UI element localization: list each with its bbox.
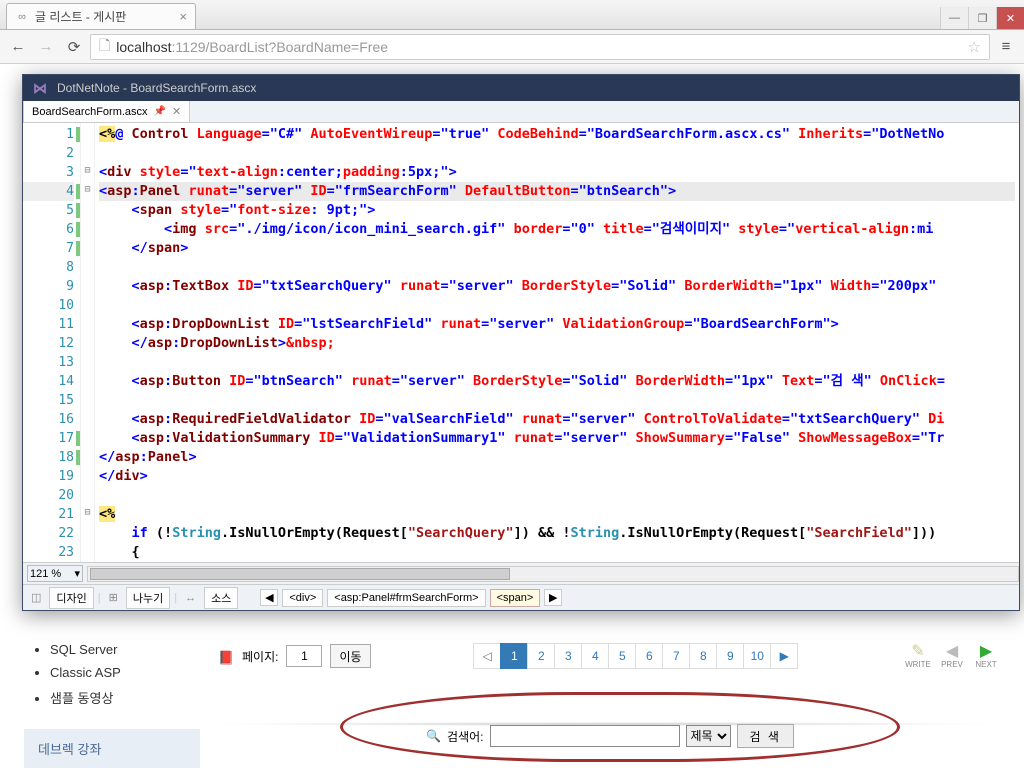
- code-pane[interactable]: 1 2 3 4 5 6 7 8 9 10 11 12 13 14: [23, 123, 1019, 562]
- zoom-control[interactable]: 121 %▾: [27, 565, 83, 582]
- pager-page[interactable]: 3: [554, 643, 582, 669]
- bookmark-star-icon[interactable]: ☆: [968, 38, 981, 56]
- pager-page[interactable]: 6: [635, 643, 663, 669]
- search-field-select[interactable]: 제목: [686, 725, 731, 747]
- pager-next-icon[interactable]: ▶: [770, 643, 798, 669]
- pager-page[interactable]: 7: [662, 643, 690, 669]
- pin-icon[interactable]: 📌: [154, 106, 166, 117]
- forward-button[interactable]: →: [34, 35, 58, 59]
- pager-page[interactable]: 4: [581, 643, 609, 669]
- pager-page[interactable]: 2: [527, 643, 555, 669]
- pager-page[interactable]: 9: [716, 643, 744, 669]
- page-label: 페이지:: [242, 648, 278, 665]
- window-maximize-icon[interactable]: ❐: [968, 7, 996, 29]
- breadcrumb-item[interactable]: <div>: [282, 589, 323, 607]
- outline-column[interactable]: ⊟⊟⊟: [81, 123, 95, 562]
- vs-status-bar: 121 %▾: [23, 562, 1019, 584]
- search-input[interactable]: [490, 725, 680, 747]
- arrow-right-circle-icon: ▶: [980, 644, 992, 660]
- write-button[interactable]: ✎WRITE: [902, 641, 934, 671]
- pager-page[interactable]: 5: [608, 643, 636, 669]
- vs-title: DotNetNote - BoardSearchForm.ascx: [57, 81, 256, 95]
- move-button[interactable]: 이동: [330, 644, 370, 668]
- sidebar-item[interactable]: Classic ASP: [50, 661, 204, 684]
- vs-footer: ◫ 디자인 | ⊞ 나누기 | ↔ 소스 ◀ <div> <asp:Panel#…: [23, 584, 1019, 610]
- back-button[interactable]: ←: [6, 35, 30, 59]
- url-path: :1129/BoardList?BoardName=Free: [172, 39, 388, 55]
- pager-page[interactable]: 10: [743, 643, 771, 669]
- tab-close-icon[interactable]: ×: [179, 9, 187, 24]
- page-input[interactable]: [286, 645, 322, 667]
- breadcrumb-item[interactable]: <asp:Panel#frmSearchForm>: [327, 589, 485, 607]
- sidebar: SQL Server Classic ASP 샘플 동영상 데브렉 강좌: [24, 638, 204, 768]
- breadcrumb-prev-icon[interactable]: ◀: [260, 589, 278, 606]
- favicon-icon: ∞: [15, 10, 29, 24]
- search-button[interactable]: 검 색: [737, 724, 794, 748]
- browser-menu-icon[interactable]: ≡: [994, 35, 1018, 59]
- line-gutter: 1 2 3 4 5 6 7 8 9 10 11 12 13 14: [23, 123, 81, 562]
- vs-logo-icon: ⋈: [31, 79, 49, 97]
- vs-window: ⋈ DotNetNote - BoardSearchForm.ascx Boar…: [22, 74, 1020, 611]
- url-bar[interactable]: 🗋 localhost:1129/BoardList?BoardName=Fre…: [90, 34, 990, 60]
- view-split-tab[interactable]: 나누기: [126, 587, 170, 609]
- tab-title: 글 리스트 - 게시판: [35, 8, 126, 25]
- sidebar-item[interactable]: 샘플 동영상: [50, 684, 204, 711]
- browser-tab-strip: ∞ 글 리스트 - 게시판 × — ❐ ✕: [0, 0, 1024, 30]
- pencil-icon: ✎: [911, 644, 924, 660]
- file-tab[interactable]: BoardSearchForm.ascx 📌 ✕: [23, 101, 190, 122]
- pager-page[interactable]: 8: [689, 643, 717, 669]
- arrow-left-circle-icon: ◀: [946, 644, 958, 660]
- breadcrumb-next-icon[interactable]: ▶: [544, 589, 562, 606]
- window-close-icon[interactable]: ✕: [996, 7, 1024, 29]
- prev-button[interactable]: ◀PREV: [936, 641, 968, 671]
- pager: ◁ 1 2 3 4 5 6 7 8 9 10 ▶: [474, 643, 798, 669]
- pager-page[interactable]: 1: [500, 643, 528, 669]
- window-minimize-icon[interactable]: —: [940, 7, 968, 29]
- next-button[interactable]: ▶NEXT: [970, 641, 1002, 671]
- reload-button[interactable]: ⟳: [62, 35, 86, 59]
- book-icon: 📕: [218, 650, 234, 662]
- view-source-tab[interactable]: 소스: [204, 587, 238, 609]
- browser-tab[interactable]: ∞ 글 리스트 - 게시판 ×: [6, 3, 196, 29]
- breadcrumb-item[interactable]: <span>: [490, 589, 541, 607]
- pager-prev-icon[interactable]: ◁: [473, 643, 501, 669]
- code-lines[interactable]: <%@ Control Language="C#" AutoEventWireu…: [95, 123, 1019, 562]
- close-icon[interactable]: ✕: [172, 105, 181, 118]
- sidebar-item[interactable]: SQL Server: [50, 638, 204, 661]
- sidebar-section-header[interactable]: 데브렉 강좌: [24, 729, 200, 768]
- view-design-tab[interactable]: 디자인: [49, 587, 93, 609]
- url-host: localhost: [116, 39, 171, 55]
- vs-titlebar[interactable]: ⋈ DotNetNote - BoardSearchForm.ascx: [23, 75, 1019, 101]
- horizontal-scrollbar[interactable]: [87, 566, 1019, 582]
- file-tab-label: BoardSearchForm.ascx: [32, 106, 148, 118]
- search-icon: 🔍: [426, 729, 441, 743]
- search-label: 검색어:: [447, 728, 483, 745]
- browser-nav-bar: ← → ⟳ 🗋 localhost:1129/BoardList?BoardNa…: [0, 30, 1024, 64]
